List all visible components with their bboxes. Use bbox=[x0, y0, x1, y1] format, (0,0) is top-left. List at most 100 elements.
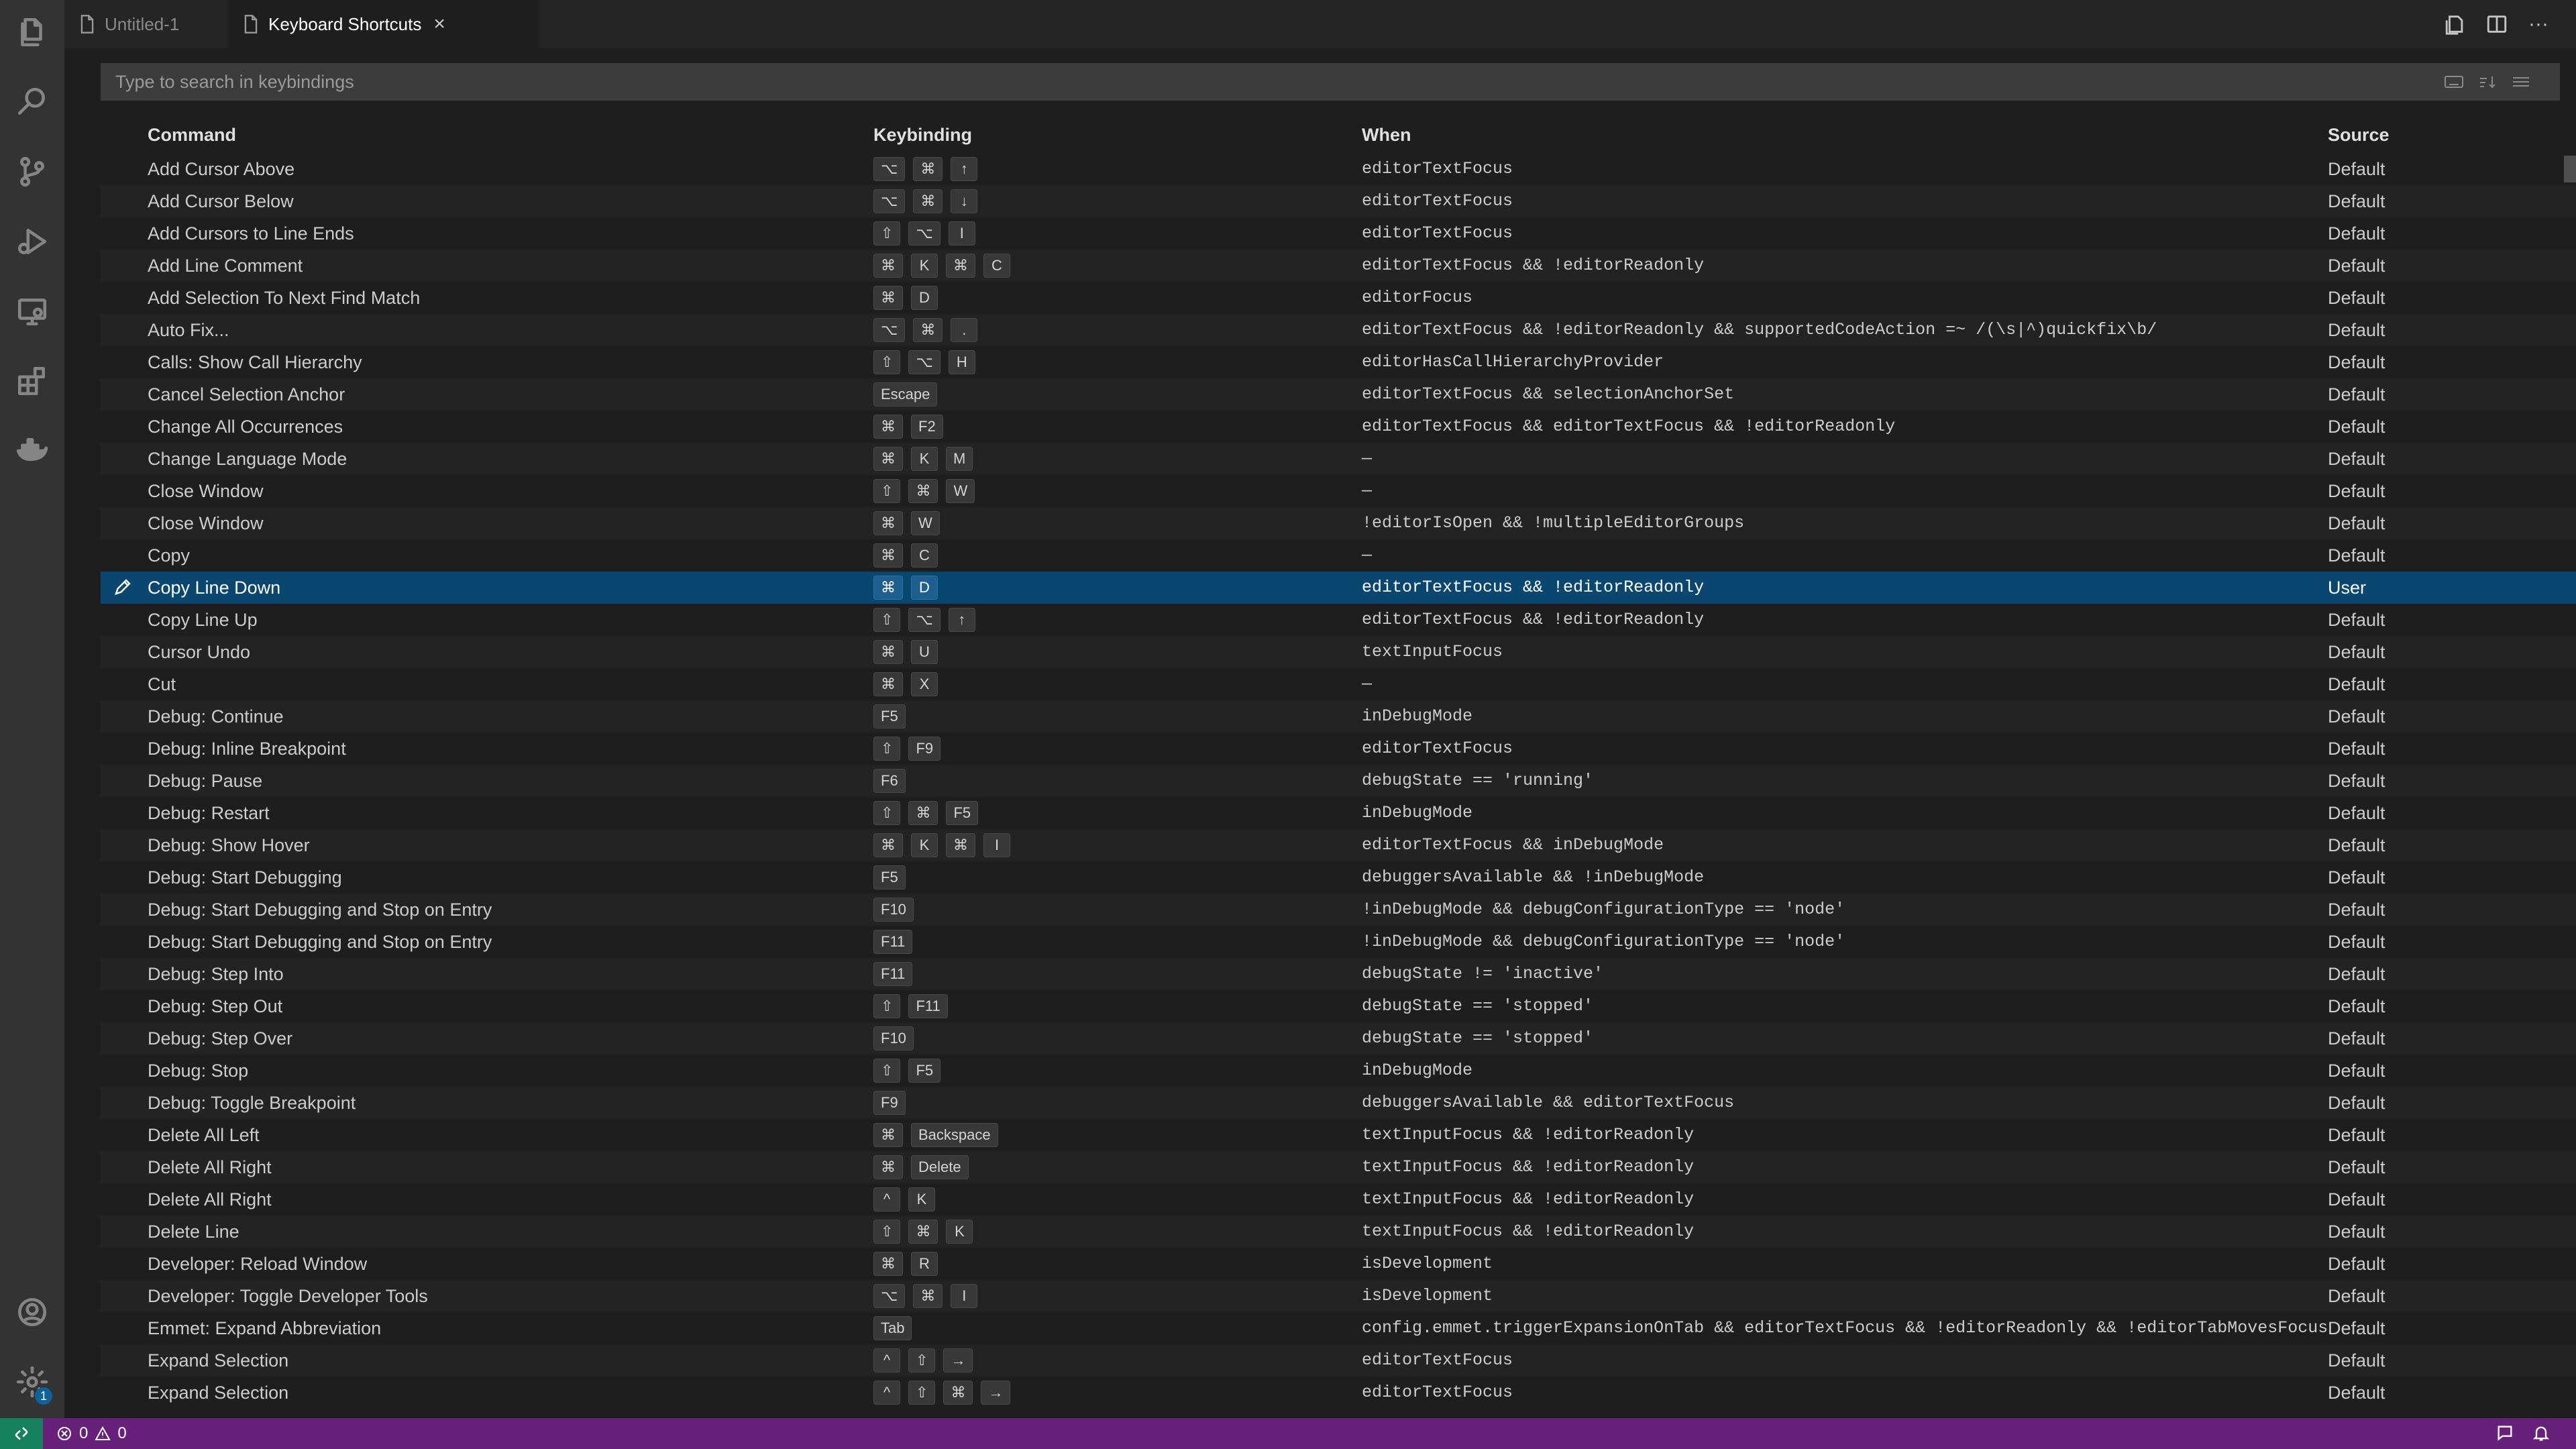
table-row[interactable]: Copy Line Down ⌘ DeditorTextFocus && !edit… bbox=[101, 572, 2576, 604]
table-row[interactable]: Debug: Inline Breakpoint ⇧ F9 editorTextFoc… bbox=[101, 733, 2576, 765]
record-keys-icon[interactable] bbox=[2442, 70, 2466, 94]
table-row[interactable]: Debug: Stop ⇧ F5 inDebugMode Default bbox=[101, 1055, 2576, 1087]
sort-by-precedence-icon[interactable] bbox=[2475, 70, 2500, 94]
column-header-keybinding[interactable]: Keybinding bbox=[873, 125, 972, 146]
source-label: Default bbox=[2328, 706, 2385, 727]
problems-indicator[interactable]: 0 0 bbox=[56, 1418, 127, 1449]
table-row[interactable]: Debug: Start Debugging and Stop on Entry… bbox=[101, 926, 2576, 958]
table-row[interactable]: Debug: Step Out ⇧ F11 debugState == 'stoppe… bbox=[101, 990, 2576, 1022]
table-row[interactable]: Debug: Restart ⇧ ⌘ F5 inDebugMode Default bbox=[101, 797, 2576, 829]
source-label: Default bbox=[2328, 191, 2385, 211]
table-row[interactable]: Debug: Continue F5 inDebugMode Default bbox=[101, 700, 2576, 733]
remote-explorer-icon[interactable] bbox=[0, 279, 64, 343]
docker-icon[interactable] bbox=[0, 419, 64, 483]
keybinding-cell: ⇧ F5 bbox=[873, 1059, 949, 1083]
table-row[interactable]: Delete Line ⇧ ⌘ KtextInputFocus && !editorR… bbox=[101, 1216, 2576, 1248]
key-chip: F5 bbox=[873, 704, 906, 729]
key-chip: F6 bbox=[873, 769, 906, 793]
extensions-icon[interactable] bbox=[0, 349, 64, 413]
notifications-bell-icon[interactable] bbox=[2532, 1424, 2552, 1444]
table-row[interactable]: Add Cursors to Line Ends ⇧ ⌥ IeditorTextFoc… bbox=[101, 217, 2576, 250]
command-label: Cancel Selection Anchor bbox=[148, 384, 345, 405]
table-row[interactable]: Debug: Start Debugging and Stop on Entry… bbox=[101, 894, 2576, 926]
split-editor-icon[interactable] bbox=[2483, 11, 2510, 38]
tab-untitled-1[interactable]: Untitled-1 bbox=[79, 0, 227, 48]
table-row[interactable]: Debug: Step Over F10 debugState == 'stoppe… bbox=[101, 1022, 2576, 1055]
key-chip: M bbox=[946, 447, 973, 471]
table-row[interactable]: Debug: Show Hover ⌘ K ⌘ IeditorTextFocus && … bbox=[101, 829, 2576, 861]
table-row[interactable]: Emmet: Expand Abbreviation Tab config.emme… bbox=[101, 1312, 2576, 1344]
activity-bar: 1 bbox=[0, 0, 64, 1418]
column-header-source[interactable]: Source bbox=[2328, 125, 2390, 146]
keybinding-cell: ⇧ ⌘ K bbox=[873, 1220, 981, 1244]
table-row[interactable]: Cancel Selection Anchor Escape editorTextF… bbox=[101, 378, 2576, 411]
when-clause: — bbox=[1362, 545, 1373, 565]
vertical-scrollbar[interactable] bbox=[2564, 156, 2576, 182]
table-row[interactable]: Cut ⌘ X — Default bbox=[101, 668, 2576, 700]
tab-keyboard-shortcuts[interactable]: Keyboard Shortcuts × bbox=[228, 0, 539, 48]
source-label: Default bbox=[2328, 352, 2385, 372]
source-label: Default bbox=[2328, 835, 2385, 855]
source-label: Default bbox=[2328, 159, 2385, 179]
when-clause: isDevelopment bbox=[1362, 1254, 1493, 1273]
table-row[interactable]: Debug: Toggle Breakpoint F9 debuggersAvail… bbox=[101, 1087, 2576, 1119]
table-row[interactable]: Delete All Right ^ KtextInputFocus && !edi… bbox=[101, 1183, 2576, 1216]
table-row[interactable]: Cursor Undo ⌘ UtextInputFocus Default bbox=[101, 636, 2576, 668]
table-row[interactable]: Change All Occurrences ⌘ F2 editorTextFocus… bbox=[101, 411, 2576, 443]
account-icon[interactable] bbox=[0, 1280, 64, 1344]
keybinding-cell: F5 bbox=[873, 865, 914, 890]
source-label: Default bbox=[2328, 1028, 2385, 1049]
table-row[interactable]: Calls: Show Call Hierarchy ⇧ ⌥ HeditorHasCa… bbox=[101, 346, 2576, 378]
keybinding-cell: ⇧ ⌘ F5 bbox=[873, 801, 986, 825]
settings-gear-icon[interactable]: 1 bbox=[0, 1350, 64, 1414]
table-row[interactable]: Delete All Left ⌘ Backspace textInputFocus … bbox=[101, 1119, 2576, 1151]
keybinding-cell: ⌘ R bbox=[873, 1252, 946, 1276]
table-row[interactable]: Debug: Step Into F11 debugState != 'inacti… bbox=[101, 958, 2576, 990]
command-label: Debug: Step Into bbox=[148, 964, 284, 984]
when-clause: debugState == 'running' bbox=[1362, 771, 1594, 790]
key-chip: R bbox=[911, 1252, 938, 1276]
close-icon[interactable]: × bbox=[433, 14, 445, 34]
table-row[interactable]: Expand Selection ^ ⇧ ⌘ → editorTextFocus Defau… bbox=[101, 1377, 2576, 1409]
table-row[interactable]: Add Cursor Below ⌥ ⌘ ↓ editorTextFocus Defaul… bbox=[101, 185, 2576, 217]
clear-filter-icon[interactable] bbox=[2509, 70, 2533, 94]
key-chip: ⌘ bbox=[908, 479, 938, 503]
table-row[interactable]: Debug: Start Debugging F5 debuggersAvailab… bbox=[101, 861, 2576, 894]
table-row[interactable]: Change Language Mode ⌘ K M — Default bbox=[101, 443, 2576, 475]
open-json-icon[interactable] bbox=[2442, 11, 2469, 38]
source-control-icon[interactable] bbox=[0, 140, 64, 204]
key-chip: ^ bbox=[873, 1348, 900, 1373]
table-row[interactable]: Debug: Pause F6 debugState == 'running' Def… bbox=[101, 765, 2576, 797]
table-row[interactable]: Close Window ⇧ ⌘ W — Default bbox=[101, 475, 2576, 507]
command-label: Debug: Continue bbox=[148, 706, 284, 727]
source-label: Default bbox=[2328, 1189, 2385, 1210]
more-actions-icon[interactable]: ··· bbox=[2525, 11, 2552, 38]
table-row[interactable]: Auto Fix... ⌥ ⌘. editorTextFocus && !editor… bbox=[101, 314, 2576, 346]
feedback-icon[interactable] bbox=[2496, 1424, 2516, 1444]
search-input[interactable] bbox=[101, 63, 2381, 101]
files-icon[interactable] bbox=[0, 0, 64, 64]
keybinding-cell: ⇧ ⌥ ↑ bbox=[873, 608, 983, 632]
settings-badge: 1 bbox=[35, 1387, 52, 1405]
table-row[interactable]: Developer: Toggle Developer Tools ⌥ ⌘ IisDe… bbox=[101, 1280, 2576, 1312]
run-debug-icon[interactable] bbox=[0, 209, 64, 274]
column-header-command[interactable]: Command bbox=[148, 125, 236, 146]
key-chip: ⌘ bbox=[873, 672, 903, 696]
table-row[interactable]: Developer: Reload Window ⌘ RisDevelopment D… bbox=[101, 1248, 2576, 1280]
table-row[interactable]: Close Window ⌘ W !editorIsOpen && !multiple… bbox=[101, 507, 2576, 539]
table-row[interactable]: Expand Selection ^ ⇧ → editorTextFocus Defaul… bbox=[101, 1344, 2576, 1377]
key-chip: ⌘ bbox=[873, 640, 903, 664]
table-row[interactable]: Delete All Right ⌘ Delete textInputFocus &&… bbox=[101, 1151, 2576, 1183]
table-row[interactable]: Copy ⌘ C — Default bbox=[101, 539, 2576, 572]
search-icon[interactable] bbox=[0, 70, 64, 134]
command-label: Add Cursors to Line Ends bbox=[148, 223, 354, 244]
remote-indicator[interactable] bbox=[0, 1418, 43, 1449]
table-row[interactable]: Add Selection To Next Find Match ⌘ Deditor… bbox=[101, 282, 2576, 314]
key-chip: ⌘ bbox=[873, 1123, 903, 1147]
table-row[interactable]: Copy Line Up ⇧ ⌥ ↑ editorTextFocus && !edito… bbox=[101, 604, 2576, 636]
key-chip: F11 bbox=[873, 930, 913, 954]
column-header-when[interactable]: When bbox=[1362, 125, 1411, 146]
edit-keybinding-icon[interactable] bbox=[113, 577, 134, 598]
table-row[interactable]: Add Line Comment ⌘ K ⌘ CeditorTextFocus && !… bbox=[101, 250, 2576, 282]
table-row[interactable]: Add Cursor Above ⌥ ⌘ ↑ editorTextFocus Defaul… bbox=[101, 153, 2576, 185]
